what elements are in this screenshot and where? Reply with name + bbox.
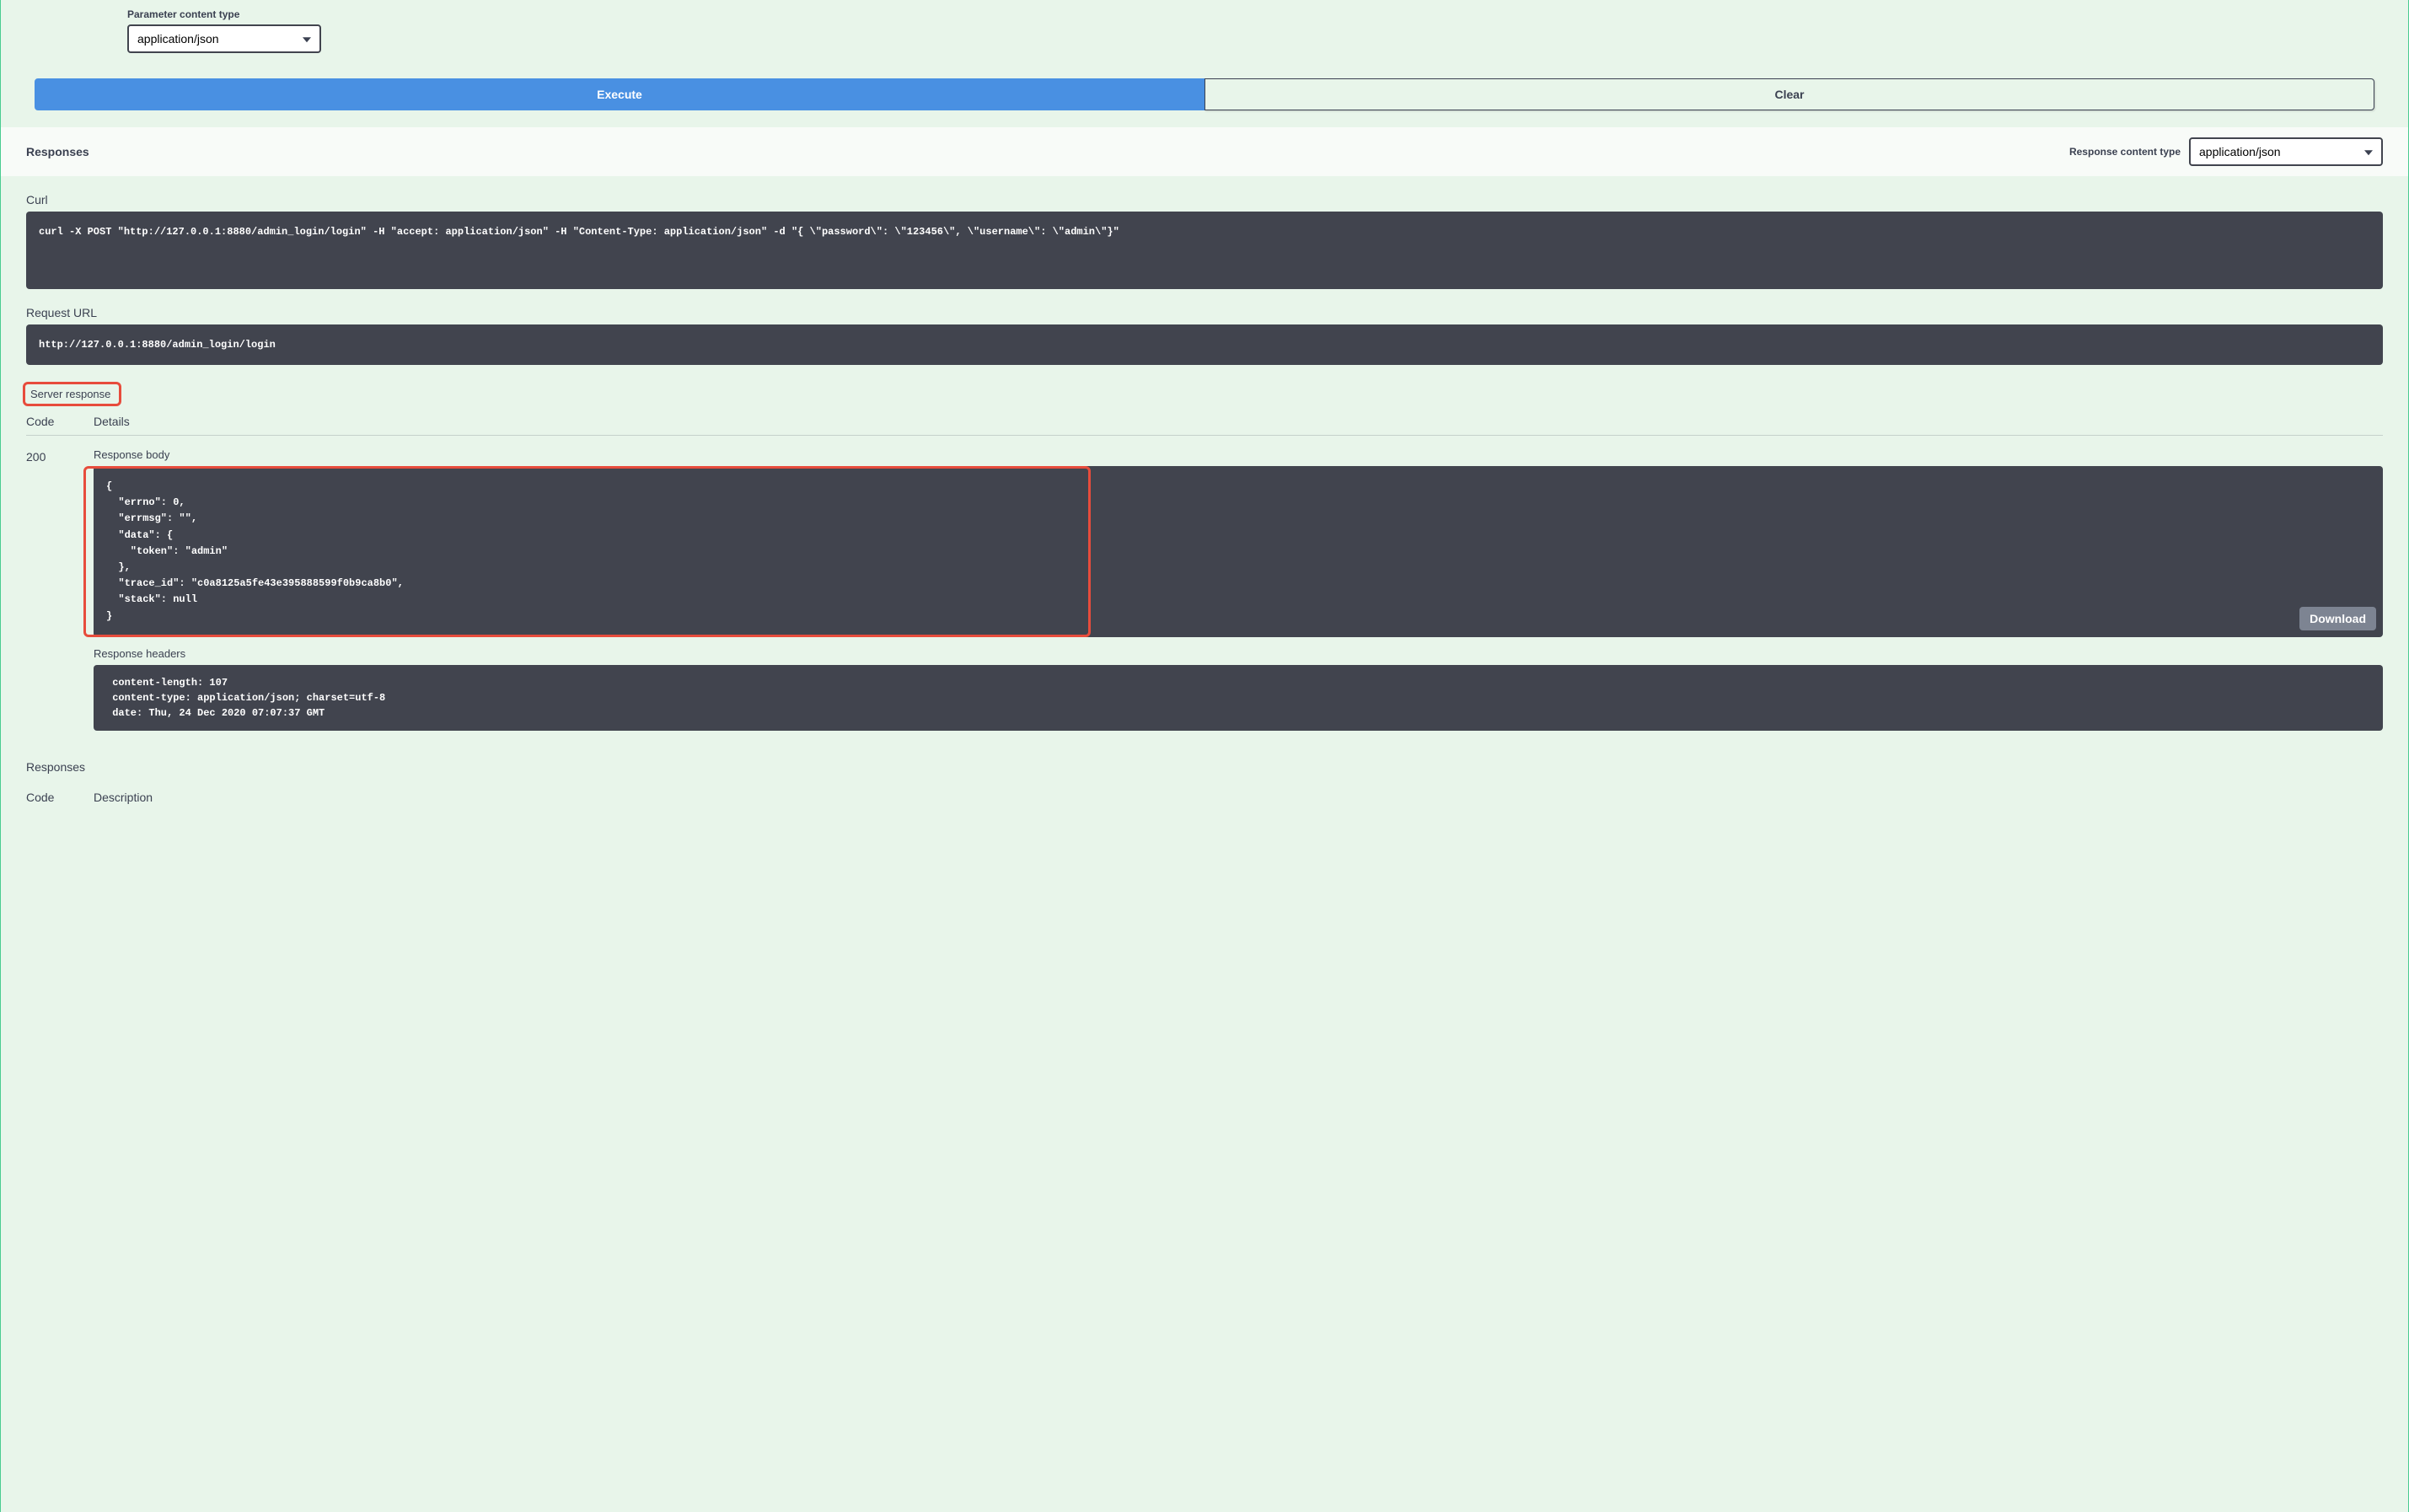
- parameter-section: Parameter content type application/json: [1, 0, 2408, 78]
- code-column-header: Code: [26, 415, 94, 428]
- server-response-label: Server response: [23, 382, 121, 406]
- documented-responses-section: Responses Code Description: [1, 748, 2408, 812]
- responses-title: Responses: [26, 145, 89, 158]
- action-button-row: Execute Clear: [1, 78, 2408, 127]
- documented-responses-title: Responses: [26, 760, 2383, 774]
- download-button[interactable]: Download: [2299, 607, 2376, 630]
- response-headers-block[interactable]: content-length: 107 content-type: applic…: [94, 665, 2383, 731]
- response-table-header: Code Details: [26, 415, 2383, 436]
- server-response-section: Server response: [26, 382, 2383, 415]
- response-body-wrapper: { "errno": 0, "errmsg": "", "data": { "t…: [94, 466, 2383, 637]
- response-content-type-select-wrapper: application/json: [2189, 137, 2383, 166]
- response-row: 200 Response body { "errno": 0, "errmsg"…: [26, 448, 2383, 731]
- parameter-content-type-select[interactable]: application/json: [127, 24, 321, 53]
- response-content-type-wrapper: Response content type application/json: [2069, 137, 2383, 166]
- parameter-content-type-label: Parameter content type: [127, 8, 2391, 20]
- request-url-block[interactable]: http://127.0.0.1:8880/admin_login/login: [26, 324, 2383, 365]
- curl-command-block[interactable]: curl -X POST "http://127.0.0.1:8880/admi…: [26, 212, 2383, 289]
- response-content-type-select[interactable]: application/json: [2189, 137, 2383, 166]
- response-headers-label: Response headers: [94, 647, 2383, 660]
- responses-header-bar: Responses Response content type applicat…: [1, 127, 2408, 176]
- details-column-header: Details: [94, 415, 2383, 428]
- response-content-type-label: Response content type: [2069, 146, 2181, 158]
- swagger-operation-panel: Parameter content type application/json …: [0, 0, 2409, 1512]
- response-body-label: Response body: [94, 448, 2383, 461]
- documented-code-header: Code: [26, 791, 94, 804]
- documented-description-header: Description: [94, 791, 2383, 804]
- response-details: Response body { "errno": 0, "errmsg": ""…: [94, 448, 2383, 731]
- documented-responses-table-header: Code Description: [26, 791, 2383, 804]
- response-body-section: Curl curl -X POST "http://127.0.0.1:8880…: [1, 176, 2408, 748]
- execute-button[interactable]: Execute: [35, 78, 1204, 110]
- clear-button[interactable]: Clear: [1204, 78, 2374, 110]
- curl-label: Curl: [26, 193, 2383, 206]
- parameter-content-type-select-wrapper: application/json: [127, 24, 321, 53]
- response-body-block[interactable]: { "errno": 0, "errmsg": "", "data": { "t…: [94, 466, 2383, 637]
- status-code: 200: [26, 448, 94, 464]
- request-url-label: Request URL: [26, 306, 2383, 319]
